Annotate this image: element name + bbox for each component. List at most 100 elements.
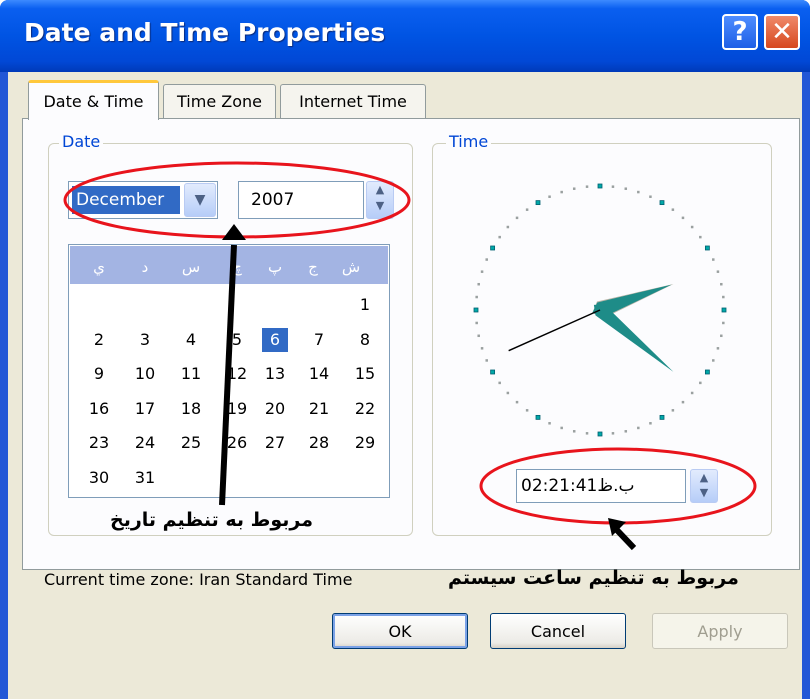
clock-minute-mark bbox=[611, 432, 615, 435]
help-button[interactable]: ? bbox=[722, 14, 758, 50]
calendar-day[interactable]: 4 bbox=[178, 328, 204, 352]
clock-hour-mark bbox=[704, 369, 710, 375]
time-input[interactable]: 02:21:41ب.ظ bbox=[516, 469, 686, 503]
clock-minute-mark bbox=[548, 422, 551, 425]
calendar-day[interactable]: 11 bbox=[178, 362, 204, 386]
calendar-day[interactable]: 12 bbox=[224, 362, 250, 386]
calendar-day[interactable]: 23 bbox=[86, 431, 112, 455]
calendar-day[interactable]: 16 bbox=[86, 397, 112, 421]
calendar-day[interactable]: 14 bbox=[306, 362, 332, 386]
calendar-day[interactable]: 7 bbox=[306, 328, 332, 352]
clock-minute-mark bbox=[515, 400, 519, 404]
apply-button[interactable]: Apply bbox=[652, 613, 788, 649]
current-time-zone-label: Current time zone: Iran Standard Time bbox=[44, 570, 353, 589]
minute-hand bbox=[593, 304, 674, 372]
ok-button[interactable]: OK bbox=[332, 613, 468, 649]
calendar-day[interactable]: 30 bbox=[86, 466, 112, 490]
clock-minute-mark bbox=[572, 430, 576, 433]
calendar-day[interactable]: 25 bbox=[178, 431, 204, 455]
time-group-label: Time bbox=[446, 132, 492, 151]
calendar-day[interactable]: 27 bbox=[262, 431, 288, 455]
weekday-label: ي bbox=[93, 258, 105, 276]
calendar-day[interactable]: 20 bbox=[262, 397, 288, 421]
weekday-label: ش bbox=[341, 258, 361, 276]
clock-hour-mark bbox=[659, 414, 665, 420]
clock-minute-mark bbox=[637, 426, 640, 430]
calendar-day[interactable]: 29 bbox=[352, 431, 378, 455]
spin-down-icon[interactable]: ▼ bbox=[700, 486, 708, 499]
calendar-day[interactable]: 22 bbox=[352, 397, 378, 421]
clock-minute-mark bbox=[498, 381, 501, 385]
clock-hour-mark bbox=[535, 414, 541, 420]
clock-minute-mark bbox=[525, 409, 529, 412]
calendar-day[interactable]: 15 bbox=[352, 362, 378, 386]
clock-minute-mark bbox=[699, 235, 702, 239]
time-spinner[interactable]: ▲ ▼ bbox=[690, 469, 718, 503]
clock-minute-mark bbox=[671, 208, 675, 211]
clock-minute-mark bbox=[681, 216, 685, 220]
clock-minute-mark bbox=[477, 282, 480, 286]
calendar-day[interactable]: 17 bbox=[132, 397, 158, 421]
weekday-label: ج bbox=[308, 258, 318, 276]
help-icon: ? bbox=[732, 17, 748, 47]
clock-minute-mark bbox=[720, 282, 723, 286]
calendar-day[interactable]: 13 bbox=[262, 362, 288, 386]
weekday-label: چ bbox=[232, 258, 242, 276]
close-button[interactable]: ✕ bbox=[764, 14, 800, 50]
calendar-day[interactable]: 18 bbox=[178, 397, 204, 421]
clock-minute-mark bbox=[624, 187, 628, 190]
clock-minute-mark bbox=[560, 426, 563, 430]
time-annotation-caption: مربوط به تنظیم ساعت سیستم bbox=[448, 567, 739, 589]
chevron-down-icon[interactable]: ▼ bbox=[184, 183, 216, 217]
calendar-day[interactable]: 2 bbox=[86, 328, 112, 352]
spin-down-icon[interactable]: ▼ bbox=[376, 199, 384, 212]
tab-internet-time[interactable]: Internet Time bbox=[280, 84, 426, 118]
calendar-day[interactable]: 5 bbox=[224, 328, 250, 352]
close-icon: ✕ bbox=[771, 17, 793, 47]
calendar-day-selected[interactable]: 6 bbox=[262, 328, 288, 352]
spin-up-icon[interactable]: ▲ bbox=[376, 183, 384, 196]
calendar-day[interactable]: 19 bbox=[224, 397, 250, 421]
clock-minute-mark bbox=[699, 381, 702, 385]
date-group-label: Date bbox=[59, 132, 104, 151]
calendar-day[interactable]: 31 bbox=[132, 466, 158, 490]
calendar-day[interactable]: 9 bbox=[86, 362, 112, 386]
tab-date-time[interactable]: Date & Time bbox=[28, 80, 159, 120]
clock-hour-mark bbox=[721, 307, 727, 313]
year-spinner[interactable]: ▲ ▼ bbox=[366, 181, 394, 219]
calendar-day[interactable]: 21 bbox=[306, 397, 332, 421]
clock-minute-mark bbox=[671, 409, 675, 412]
calendar-day[interactable]: 26 bbox=[224, 431, 250, 455]
clock-hour-mark bbox=[597, 183, 603, 189]
clock-minute-mark bbox=[525, 208, 529, 211]
tab-time-zone[interactable]: Time Zone bbox=[163, 84, 276, 118]
clock-minute-mark bbox=[506, 391, 510, 395]
calendar-day[interactable]: 24 bbox=[132, 431, 158, 455]
clock-minute-mark bbox=[712, 359, 715, 362]
calendar-day[interactable]: 28 bbox=[306, 431, 332, 455]
clock-minute-mark bbox=[712, 258, 715, 261]
calendar-day[interactable]: 1 bbox=[352, 293, 378, 317]
clock-minute-mark bbox=[649, 195, 652, 198]
clock-hour-mark bbox=[704, 245, 710, 251]
calendar-day[interactable]: 8 bbox=[352, 328, 378, 352]
spin-up-icon[interactable]: ▲ bbox=[700, 471, 708, 484]
clock-minute-mark bbox=[649, 422, 652, 425]
month-select-value[interactable]: December bbox=[72, 186, 180, 214]
calendar-day[interactable]: 3 bbox=[132, 328, 158, 352]
clock-minute-mark bbox=[506, 225, 510, 229]
year-input[interactable]: 2007 bbox=[238, 181, 364, 219]
clock-hands bbox=[508, 283, 674, 372]
clock-minute-mark bbox=[722, 321, 725, 325]
clock-minute-mark bbox=[722, 295, 725, 299]
clock-hour-mark bbox=[659, 200, 665, 206]
clock-minute-mark bbox=[560, 190, 563, 194]
clock-minute-mark bbox=[681, 400, 685, 404]
calendar-day[interactable]: 10 bbox=[132, 362, 158, 386]
cancel-button[interactable]: Cancel bbox=[490, 613, 626, 649]
clock-minute-mark bbox=[585, 185, 589, 188]
clock-minute-mark bbox=[480, 347, 484, 350]
weekday-label: پ bbox=[267, 258, 283, 276]
clock-minute-mark bbox=[515, 216, 519, 220]
clock-minute-mark bbox=[720, 334, 723, 338]
